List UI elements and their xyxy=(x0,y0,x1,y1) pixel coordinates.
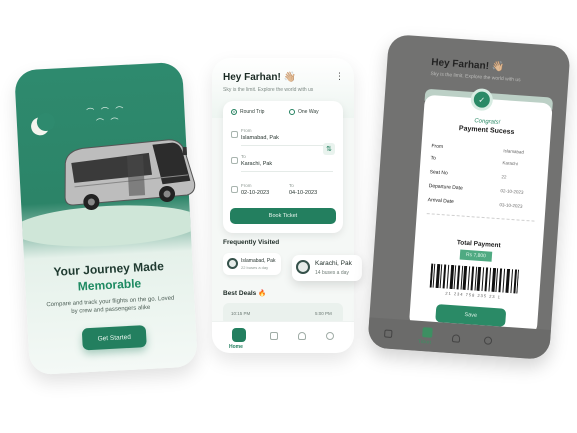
city-avatar xyxy=(296,260,310,274)
from-field[interactable]: Islamabad, Pak xyxy=(241,135,279,141)
date-from-field[interactable]: 02-10-2023 xyxy=(241,190,269,196)
bottom-tab-bar: Home xyxy=(212,321,354,353)
date-to-label: To xyxy=(289,183,294,188)
book-ticket-button[interactable]: Book Ticket xyxy=(230,208,336,224)
greeting: Hey Farhan! 👋🏼 xyxy=(430,57,505,74)
onboarding-subtitle: Compare and track your flights on the go… xyxy=(46,295,175,315)
row-value: Karachi xyxy=(502,160,518,167)
deal-time: 5:00 PM xyxy=(315,311,332,316)
date-from-label: From xyxy=(241,183,252,188)
frequently-visited-title: Frequently Visited xyxy=(223,239,280,246)
city-avatar xyxy=(227,258,238,269)
radio-icon xyxy=(289,109,295,115)
birds-icon: ⌒ ⌒ ⌒ ⌒ ⌒ xyxy=(86,105,126,128)
row-label: Seat No xyxy=(429,169,448,177)
frequent-card-karachi[interactable]: Karachi, Pak 14 buses a day xyxy=(292,255,362,281)
bell-icon[interactable] xyxy=(451,334,461,343)
round-trip-option[interactable]: Round Trip xyxy=(231,109,264,115)
tab-ticket-label[interactable]: Ticket xyxy=(418,339,432,346)
date-to-field[interactable]: 04-10-2023 xyxy=(289,190,317,196)
ticket-icon[interactable] xyxy=(422,327,433,338)
row-label: From xyxy=(431,143,444,151)
divider xyxy=(241,145,333,146)
tagline: Sky is the limit. Explore the world with… xyxy=(430,71,521,84)
get-started-button[interactable]: Get Started xyxy=(81,325,147,351)
frequent-city: Islamabad, Pak xyxy=(241,258,276,264)
ticket-icon[interactable] xyxy=(270,332,278,340)
frequent-sub: 14 buses a day xyxy=(315,270,349,276)
to-label: To xyxy=(241,154,246,159)
frequent-card-islamabad[interactable]: Islamabad, Pak 22 buses a day xyxy=(223,253,281,275)
radio-selected-icon xyxy=(231,109,237,115)
showcase-stage: ⌒ ⌒ ⌒ ⌒ ⌒ Your Journey Made Memorable Co… xyxy=(0,0,577,433)
booking-card: Round Trip One Way From Islamabad, Pak ⇅… xyxy=(223,101,343,233)
home-screen: Hey Farhan! 👋🏼 Sky is the limit. Explore… xyxy=(212,58,354,353)
bus-stop-icon xyxy=(231,131,238,138)
tagline: Sky is the limit. Explore the world with… xyxy=(223,87,314,93)
bus-icon xyxy=(64,139,196,211)
more-menu-icon[interactable]: ⋮ xyxy=(335,72,344,82)
swap-icon[interactable]: ⇅ xyxy=(323,143,335,155)
tab-home-label[interactable]: Home xyxy=(229,344,243,350)
round-trip-label: Round Trip xyxy=(240,109,265,115)
bell-icon[interactable] xyxy=(298,332,306,340)
frequent-city: Karachi, Pak xyxy=(315,260,352,267)
row-value: 22 xyxy=(501,174,507,180)
moon-shadow xyxy=(36,112,56,132)
total-payment-value: Rs 7,800 xyxy=(459,249,493,262)
one-way-option[interactable]: One Way xyxy=(289,109,319,115)
deal-time: 10:15 PM xyxy=(231,311,251,316)
profile-icon[interactable] xyxy=(326,332,334,340)
best-deals-title: Best Deals 🔥 xyxy=(223,290,267,297)
one-way-label: One Way xyxy=(298,109,319,115)
calendar-icon xyxy=(231,186,238,193)
home-icon[interactable] xyxy=(383,329,393,338)
location-icon xyxy=(231,157,238,164)
greeting: Hey Farhan! 👋🏼 xyxy=(223,72,297,83)
divider xyxy=(241,171,333,172)
from-label: From xyxy=(241,128,252,133)
frequent-sub: 22 buses a day xyxy=(241,265,269,270)
to-field[interactable]: Karachi, Pak xyxy=(241,161,272,167)
home-icon[interactable] xyxy=(232,328,246,342)
row-label: To xyxy=(430,155,437,162)
onboarding-screen: ⌒ ⌒ ⌒ ⌒ ⌒ Your Journey Made Memorable Co… xyxy=(14,61,198,376)
payment-screen: Hey Farhan! 👋🏼 Sky is the limit. Explore… xyxy=(367,34,571,360)
